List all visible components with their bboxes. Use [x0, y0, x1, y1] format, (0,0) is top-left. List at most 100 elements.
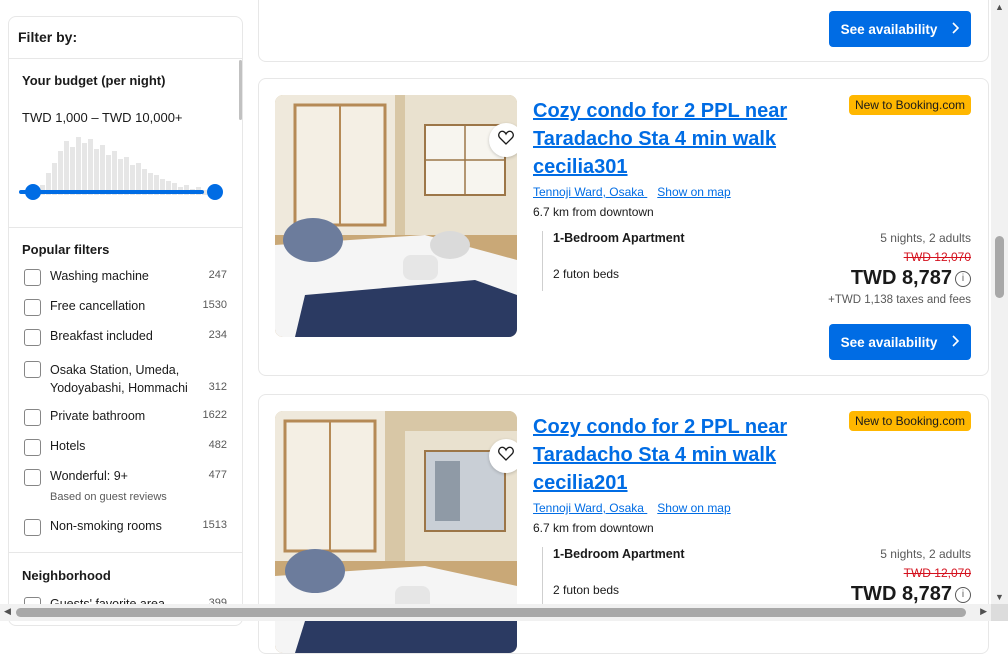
- budget-slider-track[interactable]: [19, 190, 204, 194]
- popular-filters-title: Popular filters: [22, 242, 110, 257]
- checkbox[interactable]: [24, 439, 41, 456]
- filter-free-cancellation[interactable]: Free cancellation 1530: [22, 297, 227, 317]
- see-availability-button[interactable]: See availability: [829, 324, 971, 360]
- filter-label: Osaka Station, Umeda, Yodoyabashi, Homma…: [50, 363, 188, 395]
- budget-slider-min-handle[interactable]: [25, 184, 41, 200]
- price-value: TWD 8,787: [850, 267, 952, 289]
- filter-sublabel: Based on guest reviews: [50, 491, 167, 503]
- filter-scrollbar-thumb[interactable]: [239, 60, 242, 120]
- filter-private-bathroom[interactable]: Private bathroom 1622: [22, 407, 227, 427]
- filter-scrollbar[interactable]: [237, 50, 243, 620]
- price-value: TWD 8,787: [850, 583, 952, 605]
- property-title-link[interactable]: Cozy condo for 2 PPL near Taradacho Sta …: [533, 97, 803, 181]
- heart-icon: [498, 130, 514, 150]
- filter-label: Hotels: [50, 439, 86, 453]
- save-heart-button[interactable]: [489, 439, 517, 473]
- filter-breakfast-included[interactable]: Breakfast included 234: [22, 327, 227, 347]
- budget-title: Your budget (per night): [22, 73, 166, 88]
- budget-slider-max-handle[interactable]: [207, 184, 223, 200]
- property-card: Cozy condo for 2 PPL near Taradacho Sta …: [258, 78, 989, 376]
- location-row: Tennoji Ward, Osaka Show on map: [533, 501, 731, 515]
- property-photo[interactable]: [275, 95, 517, 337]
- checkbox[interactable]: [24, 469, 41, 486]
- scroll-up-arrow-icon[interactable]: ▲: [995, 2, 1004, 12]
- filter-heading: Filter by:: [9, 17, 242, 59]
- filter-count: 1513: [202, 519, 227, 531]
- scrollbar-corner: [991, 604, 1008, 621]
- distance-text: 6.7 km from downtown: [533, 205, 654, 219]
- show-on-map-link[interactable]: Show on map: [657, 501, 730, 515]
- see-availability-button[interactable]: See availability: [829, 11, 971, 47]
- price-block: 5 nights, 2 adults TWD 12,070 TWD 8,787 i…: [801, 231, 971, 306]
- location-link[interactable]: Tennoji Ward, Osaka: [533, 185, 644, 199]
- save-heart-button[interactable]: [489, 123, 517, 157]
- filter-count: 477: [208, 469, 227, 481]
- scroll-left-arrow-icon[interactable]: ◀: [4, 606, 11, 617]
- show-on-map-link[interactable]: Show on map: [657, 185, 730, 199]
- filter-label: Breakfast included: [50, 329, 153, 343]
- budget-section: Your budget (per night) TWD 1,000 – TWD …: [22, 73, 232, 195]
- new-to-booking-badge: New to Booking.com: [848, 95, 971, 115]
- location-link[interactable]: Tennoji Ward, Osaka: [533, 501, 644, 515]
- filter-panel: Filter by: Your budget (per night) TWD 1…: [8, 16, 243, 626]
- info-icon[interactable]: i: [955, 270, 971, 287]
- horizontal-scrollbar-thumb[interactable]: [16, 608, 966, 617]
- stay-info: 5 nights, 2 adults: [880, 231, 971, 245]
- filter-hotels[interactable]: Hotels 482: [22, 437, 227, 457]
- checkbox[interactable]: [24, 269, 41, 286]
- stay-info: 5 nights, 2 adults: [880, 547, 971, 561]
- bed-info: 2 futon beds: [553, 583, 620, 597]
- page-vertical-scrollbar[interactable]: ▲ ▼: [991, 0, 1008, 604]
- info-icon[interactable]: i: [955, 586, 971, 603]
- chevron-right-icon: [951, 334, 960, 350]
- current-price: TWD 8,787 i: [801, 267, 971, 290]
- chevron-right-icon: [951, 21, 960, 37]
- divider: [9, 552, 242, 553]
- neighborhood-title: Neighborhood: [22, 568, 111, 583]
- property-card-partial: See availability: [258, 0, 989, 62]
- location-row: Tennoji Ward, Osaka Show on map: [533, 185, 731, 199]
- filter-label: Free cancellation: [50, 299, 146, 313]
- room-info: 1-Bedroom Apartment 2 futon beds: [542, 231, 774, 291]
- price-block: 5 nights, 2 adults TWD 12,070 TWD 8,787 i: [801, 547, 971, 606]
- filter-wonderful-9[interactable]: Wonderful: 9+ 477 Based on guest reviews: [22, 467, 227, 507]
- scroll-down-arrow-icon[interactable]: ▼: [995, 592, 1004, 602]
- filter-count: 247: [208, 269, 227, 281]
- filter-count: 1530: [202, 299, 227, 311]
- room-info: 1-Bedroom Apartment 2 futon beds: [542, 547, 774, 607]
- budget-range: TWD 1,000 – TWD 10,000+: [22, 110, 183, 125]
- room-name[interactable]: 1-Bedroom Apartment: [553, 547, 774, 561]
- distance-text: 6.7 km from downtown: [533, 521, 654, 535]
- button-label: See availability: [840, 334, 938, 350]
- checkbox[interactable]: [24, 329, 41, 346]
- filter-count: 234: [208, 329, 227, 341]
- divider: [9, 227, 242, 228]
- vertical-scrollbar-thumb[interactable]: [995, 236, 1004, 298]
- checkbox[interactable]: [24, 361, 41, 378]
- filter-label: Wonderful: 9+: [50, 469, 128, 483]
- filter-count: 1622: [202, 409, 227, 421]
- scroll-right-arrow-icon[interactable]: ▶: [980, 606, 987, 617]
- original-price: TWD 12,070: [903, 566, 971, 580]
- taxes-text: +TWD 1,138 taxes and fees: [828, 294, 971, 306]
- filter-label: Private bathroom: [50, 409, 146, 423]
- heart-icon: [498, 446, 514, 466]
- checkbox[interactable]: [24, 299, 41, 316]
- filter-label: Washing machine: [50, 269, 149, 283]
- property-title-link[interactable]: Cozy condo for 2 PPL near Taradacho Sta …: [533, 413, 803, 497]
- price-histogram: [22, 133, 232, 195]
- filter-label: Non-smoking rooms: [50, 519, 162, 533]
- filter-count: 482: [208, 439, 227, 451]
- page-horizontal-scrollbar[interactable]: ◀ ▶: [0, 604, 991, 621]
- checkbox[interactable]: [24, 519, 41, 536]
- checkbox[interactable]: [24, 409, 41, 426]
- filter-washing-machine[interactable]: Washing machine 247: [22, 267, 227, 287]
- filter-non-smoking-rooms[interactable]: Non-smoking rooms 1513: [22, 517, 227, 537]
- filter-osaka-station-area[interactable]: Osaka Station, Umeda, Yodoyabashi, Homma…: [22, 359, 227, 399]
- filter-count: 312: [208, 381, 227, 393]
- button-label: See availability: [840, 21, 938, 37]
- original-price: TWD 12,070: [903, 250, 971, 264]
- room-name[interactable]: 1-Bedroom Apartment: [553, 231, 774, 245]
- new-to-booking-badge: New to Booking.com: [848, 411, 971, 431]
- current-price: TWD 8,787 i: [801, 583, 971, 606]
